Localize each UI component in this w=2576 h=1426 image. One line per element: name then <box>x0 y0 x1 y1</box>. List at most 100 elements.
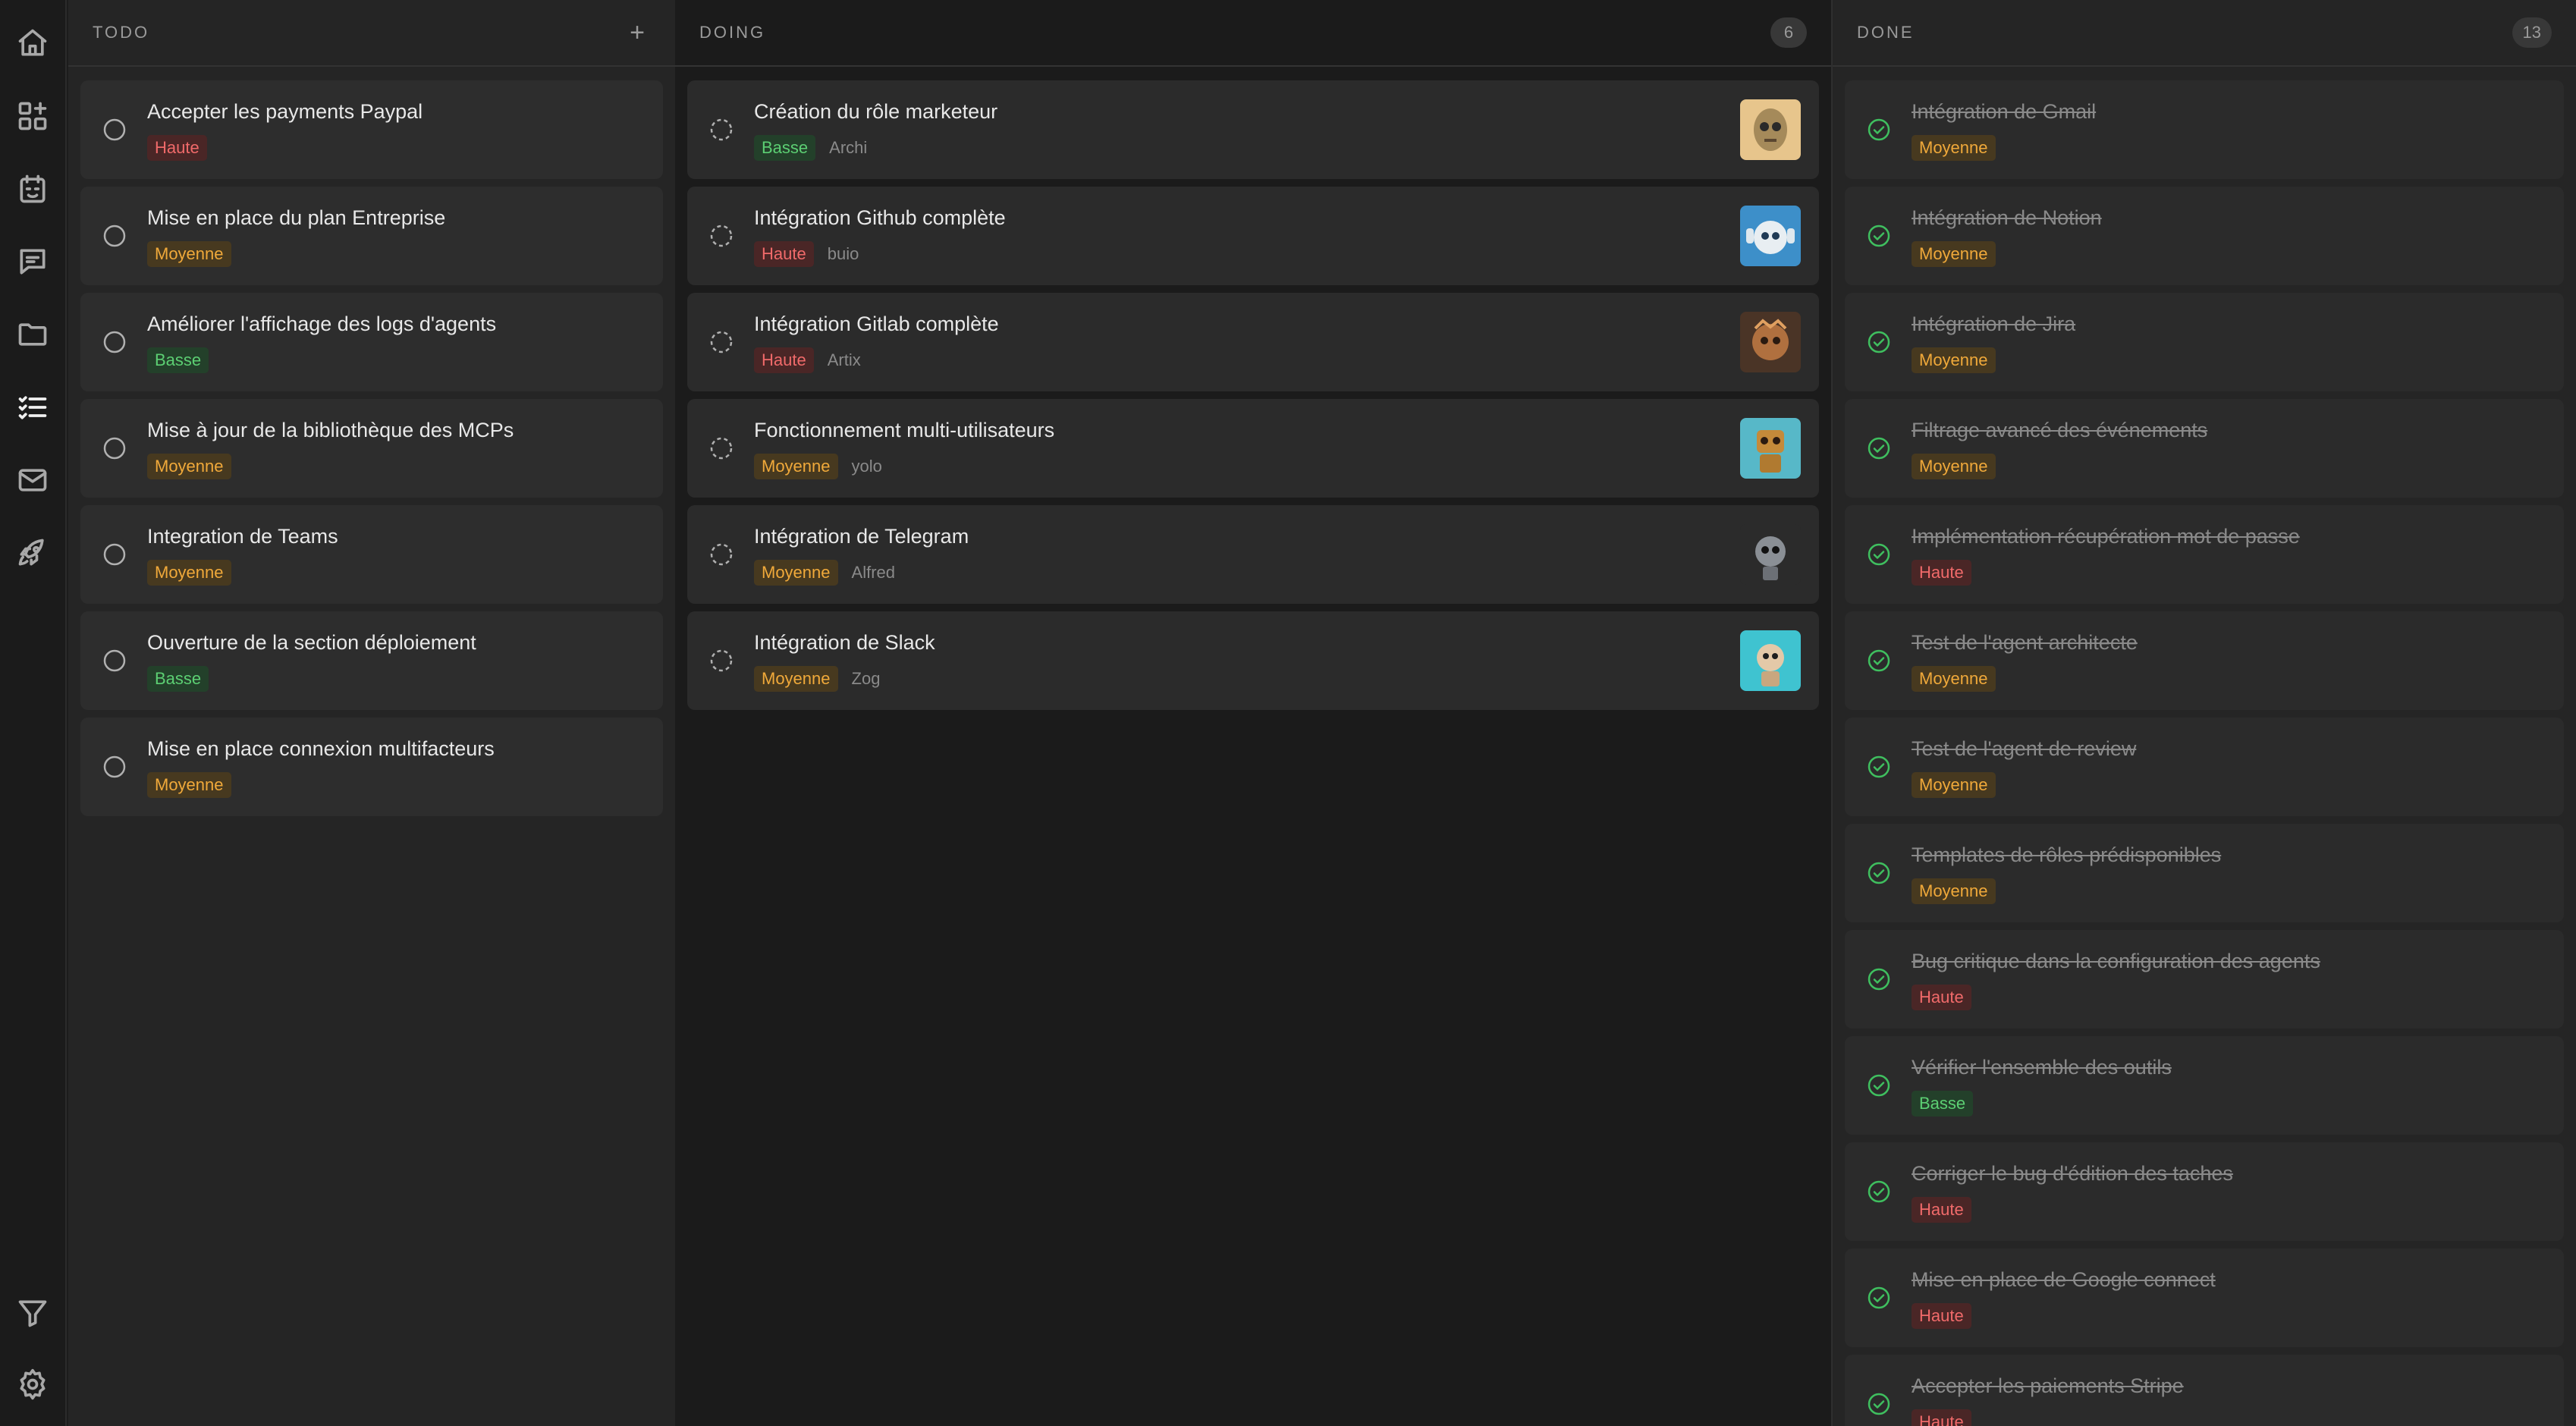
agent-avatar <box>1740 418 1801 479</box>
todo-circle-icon[interactable] <box>102 542 127 567</box>
nav-filter[interactable] <box>0 1280 65 1346</box>
task-card[interactable]: Implémentation récupération mot de passe… <box>1845 505 2564 604</box>
check-circle-icon[interactable] <box>1866 860 1892 886</box>
task-card[interactable]: Test de l'agent de review Moyenne <box>1845 718 2564 816</box>
priority-badge: Moyenne <box>1912 666 1996 692</box>
priority-badge: Basse <box>1912 1091 1974 1117</box>
app-root: TODO + Accepter les payments Paypal Haut… <box>0 0 2576 1426</box>
doing-column-title: DOING <box>699 23 766 42</box>
priority-badge: Moyenne <box>1912 347 1996 373</box>
task-card[interactable]: Intégration de Jira Moyenne <box>1845 293 2564 391</box>
rocket-icon <box>18 539 44 566</box>
nav-dashboard[interactable] <box>0 83 65 149</box>
task-card[interactable]: Mise en place de Google connect Haute <box>1845 1249 2564 1347</box>
assignee-name: yolo <box>851 457 882 476</box>
chat-icon <box>20 249 46 275</box>
task-title: Accepter les paiements Stripe <box>1912 1374 2184 1397</box>
check-circle-icon[interactable] <box>1866 754 1892 780</box>
priority-badge: Haute <box>754 241 814 267</box>
task-card[interactable]: Création du rôle marketeur Basse Archi <box>687 80 1819 179</box>
priority-badge: Haute <box>1912 1303 1971 1329</box>
nav-home[interactable] <box>0 11 65 76</box>
check-circle-icon[interactable] <box>1866 1179 1892 1205</box>
todo-circle-icon[interactable] <box>102 223 127 249</box>
task-card[interactable]: Ouverture de la section déploiement Bass… <box>80 611 663 710</box>
in-progress-circle-icon[interactable] <box>708 435 734 461</box>
task-title: Création du rôle marketeur <box>754 100 998 123</box>
check-circle-icon[interactable] <box>1866 542 1892 567</box>
in-progress-circle-icon[interactable] <box>708 648 734 674</box>
task-title: Filtrage avancé des événements <box>1912 419 2208 441</box>
priority-badge: Haute <box>754 347 814 373</box>
sidebar <box>0 0 67 1426</box>
todo-circle-icon[interactable] <box>102 435 127 461</box>
priority-badge: Moyenne <box>147 560 231 586</box>
task-card[interactable]: Fonctionnement multi-utilisateurs Moyenn… <box>687 399 1819 498</box>
todo-circle-icon[interactable] <box>102 754 127 780</box>
task-card[interactable]: Filtrage avancé des événements Moyenne <box>1845 399 2564 498</box>
task-card[interactable]: Corriger le bug d'édition des taches Hau… <box>1845 1142 2564 1241</box>
nav-folder[interactable] <box>0 302 65 367</box>
add-task-button[interactable]: + <box>630 20 645 46</box>
check-circle-icon[interactable] <box>1866 1073 1892 1098</box>
task-title: Templates de rôles prédisponibles <box>1912 843 2222 866</box>
in-progress-circle-icon[interactable] <box>708 117 734 143</box>
check-circle-icon[interactable] <box>1866 329 1892 355</box>
dashboard-add-icon <box>18 102 47 130</box>
task-card[interactable]: Intégration de Notion Moyenne <box>1845 187 2564 285</box>
task-card[interactable]: Intégration Gitlab complète Haute Artix <box>687 293 1819 391</box>
todo-column: TODO + Accepter les payments Paypal Haut… <box>68 0 675 1426</box>
task-title: Intégration de Jira <box>1912 313 2076 335</box>
task-card[interactable]: Améliorer l'affichage des logs d'agents … <box>80 293 663 391</box>
nav-settings[interactable] <box>0 1352 65 1417</box>
nav-deploy[interactable] <box>0 520 65 586</box>
check-circle-icon[interactable] <box>1866 223 1892 249</box>
priority-badge: Haute <box>1912 985 1971 1010</box>
task-card[interactable]: Mise à jour de la bibliothèque des MCPs … <box>80 399 663 498</box>
nav-mail[interactable] <box>0 448 65 513</box>
todo-circle-icon[interactable] <box>102 117 127 143</box>
task-title: Mise en place de Google connect <box>1912 1268 2216 1291</box>
in-progress-circle-icon[interactable] <box>708 329 734 355</box>
task-card[interactable]: Accepter les payments Paypal Haute <box>80 80 663 179</box>
task-card[interactable]: Test de l'agent architecte Moyenne <box>1845 611 2564 710</box>
todo-column-title: TODO <box>93 23 150 42</box>
priority-badge: Basse <box>754 135 816 161</box>
check-circle-icon[interactable] <box>1866 648 1892 674</box>
todo-cards: Accepter les payments Paypal Haute Mise … <box>80 80 663 824</box>
task-card[interactable]: Vérifier l'ensemble des outils Basse <box>1845 1036 2564 1135</box>
task-card[interactable]: Mise en place du plan Entreprise Moyenne <box>80 187 663 285</box>
nav-calendar[interactable] <box>0 156 65 221</box>
priority-badge: Moyenne <box>1912 454 1996 479</box>
check-circle-icon[interactable] <box>1866 117 1892 143</box>
task-card[interactable]: Intégration de Telegram Moyenne Alfred <box>687 505 1819 604</box>
todo-circle-icon[interactable] <box>102 329 127 355</box>
done-cards: Intégration de Gmail Moyenne Intégration… <box>1845 80 2564 1426</box>
task-title: Intégration de Slack <box>754 631 935 654</box>
nav-tasks[interactable] <box>0 375 65 440</box>
task-card[interactable]: Integration de Teams Moyenne <box>80 505 663 604</box>
task-card[interactable]: Templates de rôles prédisponibles Moyenn… <box>1845 824 2564 922</box>
task-card[interactable]: Intégration Github complète Haute buio <box>687 187 1819 285</box>
task-title: Accepter les payments Paypal <box>147 100 423 123</box>
task-title: Intégration Github complète <box>754 206 1006 229</box>
doing-count-badge: 6 <box>1770 17 1807 48</box>
task-card[interactable]: Accepter les paiements Stripe Haute <box>1845 1355 2564 1426</box>
todo-circle-icon[interactable] <box>102 648 127 674</box>
task-card[interactable]: Mise en place connexion multifacteurs Mo… <box>80 718 663 816</box>
task-card[interactable]: Bug critique dans la configuration des a… <box>1845 930 2564 1029</box>
in-progress-circle-icon[interactable] <box>708 223 734 249</box>
check-circle-icon[interactable] <box>1866 966 1892 992</box>
nav-chat[interactable] <box>0 229 65 294</box>
in-progress-circle-icon[interactable] <box>708 542 734 567</box>
task-title: Vérifier l'ensemble des outils <box>1912 1056 2172 1079</box>
task-card[interactable]: Intégration de Gmail Moyenne <box>1845 80 2564 179</box>
task-card[interactable]: Intégration de Slack Moyenne Zog <box>687 611 1819 710</box>
task-title: Intégration de Gmail <box>1912 100 2097 123</box>
check-circle-icon[interactable] <box>1866 1391 1892 1417</box>
assignee-name: Zog <box>851 669 881 688</box>
calendar-icon <box>20 174 46 203</box>
check-circle-icon[interactable] <box>1866 435 1892 461</box>
check-circle-icon[interactable] <box>1866 1285 1892 1311</box>
priority-badge: Haute <box>1912 1197 1971 1223</box>
